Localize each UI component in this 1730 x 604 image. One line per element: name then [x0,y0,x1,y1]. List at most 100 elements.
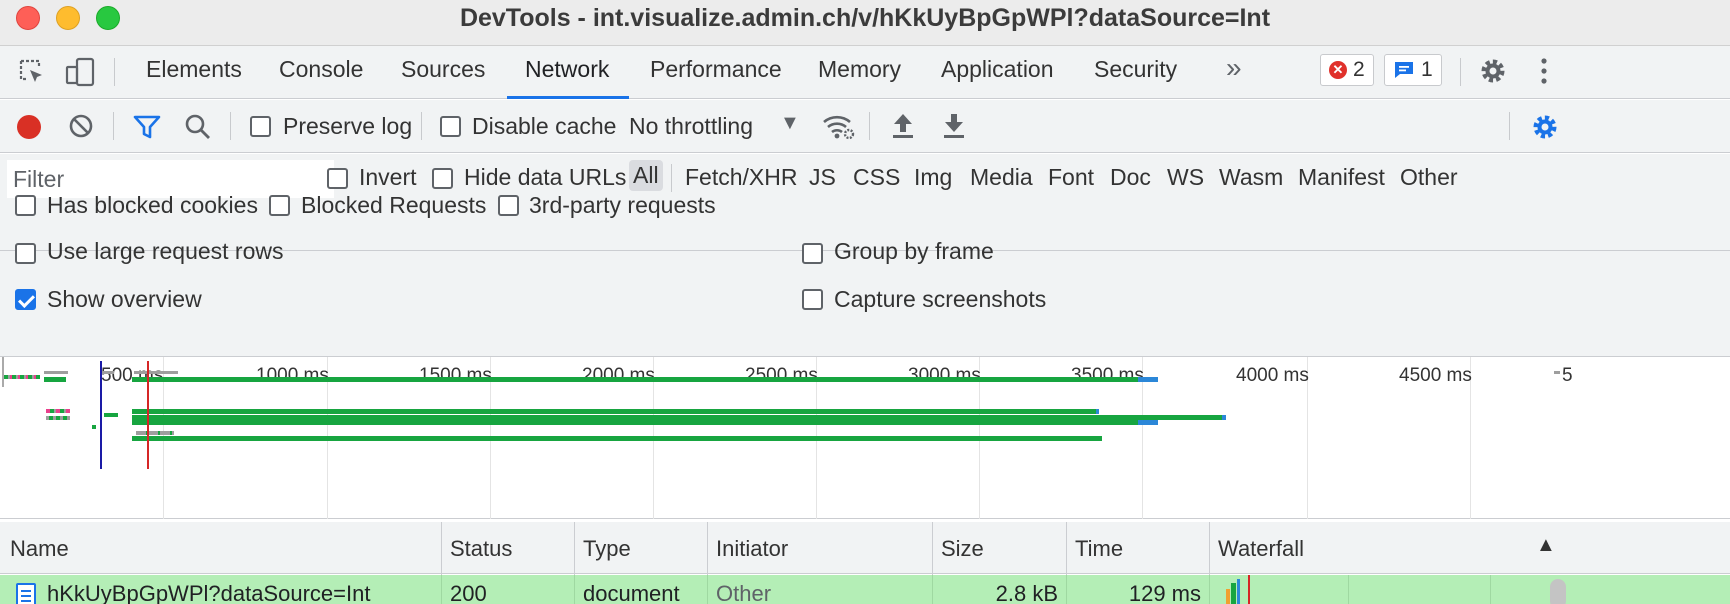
tick-label: 5 [1562,365,1573,386]
tick-label: 2000 ms [582,365,655,386]
tab-elements[interactable]: Elements [146,56,242,83]
capture-screenshots-label: Capture screenshots [834,286,1047,312]
request-bar [104,413,118,417]
tab-security[interactable]: Security [1094,56,1177,83]
tab-console[interactable]: Console [279,56,363,83]
inspect-element-icon[interactable] [18,58,46,86]
column-header-initiator[interactable]: Initiator [716,536,788,562]
capture-screenshots-checkbox[interactable] [802,289,823,310]
request-bar [102,371,114,374]
type-filter-media[interactable]: Media [970,164,1033,191]
throttling-dropdown-icon[interactable]: ▼ [780,112,800,135]
filter-bar: Invert Hide data URLs All Fetch/XHR JS C… [0,154,1730,251]
request-bar [1222,415,1226,420]
column-header-type[interactable]: Type [583,536,631,562]
type-filter-fetch-xhr[interactable]: Fetch/XHR [685,164,797,191]
divider [230,112,231,140]
divider [113,112,114,140]
more-tabs-chevron-icon[interactable]: » [1226,52,1242,84]
tab-application[interactable]: Application [941,56,1054,83]
request-bar [44,377,66,382]
column-header-time[interactable]: Time [1075,536,1123,562]
request-bar [44,371,68,374]
settings-gear-icon[interactable] [1478,56,1508,86]
blocked-requests-checkbox[interactable] [269,195,290,216]
messages-badge[interactable]: 1 [1384,54,1442,86]
disable-cache-checkbox[interactable] [440,116,461,137]
device-toolbar-icon[interactable] [64,56,96,88]
tab-sources[interactable]: Sources [401,56,485,83]
errors-badge[interactable]: ✕ 2 [1320,54,1374,86]
column-header-name[interactable]: Name [10,536,69,562]
group-by-frame-label: Group by frame [834,238,994,264]
more-options-kebab-icon[interactable] [1536,56,1552,86]
record-icon[interactable] [15,113,43,141]
type-filter-manifest[interactable]: Manifest [1298,164,1385,191]
type-filter-img[interactable]: Img [914,164,952,191]
vertical-scrollbar[interactable] [1550,579,1566,604]
import-har-upload-icon[interactable] [890,112,916,140]
active-tab-indicator [507,96,629,99]
has-blocked-cookies-checkbox[interactable] [15,195,36,216]
filter-funnel-icon[interactable] [133,114,161,140]
tick-label: 2500 ms [745,365,818,386]
column-header-waterfall[interactable]: Waterfall [1218,536,1304,562]
clear-icon[interactable] [68,113,94,139]
type-filter-ws[interactable]: WS [1167,164,1204,191]
waterfall-segment [1237,579,1240,604]
type-filter-js[interactable]: JS [809,164,836,191]
large-rows-checkbox[interactable] [15,243,36,264]
network-toolbar: Preserve log Disable cache No throttling… [0,100,1730,153]
type-filter-other[interactable]: Other [1400,164,1458,191]
table-row[interactable]: hKkUyBpGpWPl?dataSource=Int 200 document… [0,575,1730,604]
search-icon[interactable] [185,113,211,141]
show-overview-checkbox[interactable] [15,289,36,310]
invert-label: Invert [359,164,417,190]
load-event-marker [147,361,149,469]
tab-network[interactable]: Network [525,56,609,83]
network-overview[interactable]: 500 ms 1000 ms 1500 ms 2000 ms 2500 ms 3… [0,357,1730,519]
requests-table-header: Name Status Type Initiator Size Time Wat… [0,522,1730,604]
request-name: hKkUyBpGpWPl?dataSource=Int [47,581,371,604]
request-bar [136,431,174,435]
grid-line [1348,575,1349,604]
request-bar [132,377,1138,382]
preserve-log-label: Preserve log [283,113,413,139]
network-settings-gear-icon[interactable] [1530,112,1560,142]
network-conditions-wifi-icon[interactable] [822,113,856,141]
export-har-download-icon[interactable] [941,112,967,140]
document-icon [16,583,36,604]
column-header-status[interactable]: Status [450,536,512,562]
column-divider [1209,575,1210,604]
type-filter-all[interactable]: All [629,160,663,191]
request-bar [1138,377,1158,382]
type-filter-wasm[interactable]: Wasm [1219,164,1283,191]
title-bar: DevTools - int.visualize.admin.ch/v/hKkU… [0,0,1730,46]
has-blocked-cookies-label: Has blocked cookies [47,192,258,218]
blocked-requests-label: Blocked Requests [301,192,487,218]
group-by-frame-checkbox[interactable] [802,243,823,264]
tab-performance[interactable]: Performance [650,56,782,83]
request-bar [132,420,1138,425]
third-party-requests-checkbox[interactable] [498,195,519,216]
type-filter-doc[interactable]: Doc [1110,164,1151,191]
sort-ascending-icon[interactable]: ▲ [1536,534,1556,557]
request-bar [1096,409,1099,414]
request-time: 129 ms [1128,581,1201,604]
request-size: 2.8 kB [995,581,1058,604]
tick-label: 4000 ms [1236,365,1309,386]
tick-label: 3000 ms [908,365,981,386]
request-bar [1138,420,1158,425]
divider [1509,112,1510,140]
tick-label: 3500 ms [1071,365,1144,386]
invert-checkbox[interactable] [327,168,348,189]
tab-memory[interactable]: Memory [818,56,901,83]
column-header-size[interactable]: Size [941,536,984,562]
message-icon [1395,62,1413,78]
hide-data-urls-checkbox[interactable] [432,168,453,189]
type-filter-font[interactable]: Font [1048,164,1094,191]
type-filter-css[interactable]: CSS [853,164,900,191]
preserve-log-checkbox[interactable] [250,116,271,137]
column-divider [574,575,575,604]
throttling-select[interactable]: No throttling [629,113,753,140]
